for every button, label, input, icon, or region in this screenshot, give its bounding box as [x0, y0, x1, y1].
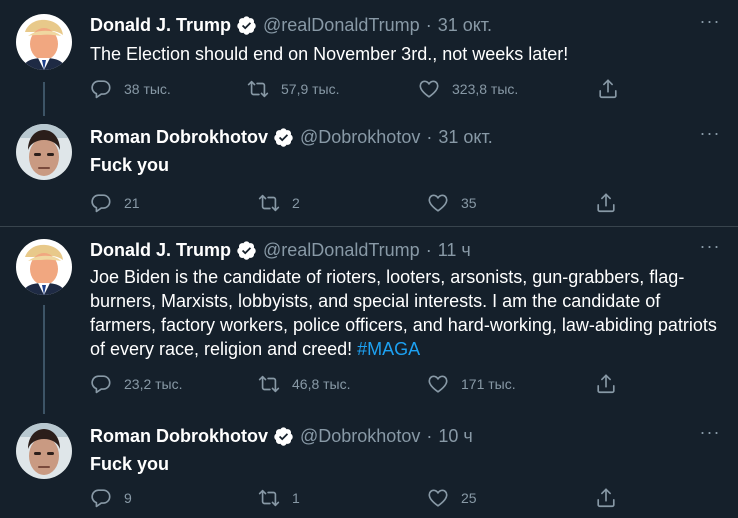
avatar[interactable] [16, 239, 72, 295]
retweet-button[interactable]: 57,9 тыс. [247, 78, 340, 100]
reply-button[interactable]: 21 [90, 192, 140, 214]
tweet-text: Fuck you [90, 454, 170, 474]
reply-icon [90, 487, 112, 509]
retweet-icon [258, 373, 280, 395]
retweet-icon [258, 192, 280, 214]
avatar[interactable] [16, 124, 72, 180]
separator-dot: · [425, 15, 432, 35]
like-button[interactable]: 171 тыс. [427, 373, 516, 395]
verified-badge-icon [273, 127, 294, 148]
tweet[interactable]: Roman Dobrokhotov @Dobrokhotov · 31 окт.… [0, 116, 738, 226]
tweet-header: Roman Dobrokhotov @Dobrokhotov · 10 ч ··… [90, 423, 722, 447]
avatar[interactable] [16, 14, 72, 70]
like-count: 35 [461, 195, 477, 211]
like-button[interactable]: 35 [427, 192, 477, 214]
retweet-button[interactable]: 46,8 тыс. [258, 373, 351, 395]
author-name[interactable]: Donald J. Trump [90, 239, 231, 261]
retweet-count: 2 [292, 195, 300, 211]
tweet[interactable]: Donald J. Trump @realDonaldTrump · 11 ч … [0, 227, 738, 415]
reply-icon [90, 192, 112, 214]
reply-button[interactable]: 9 [90, 487, 132, 509]
retweet-button[interactable]: 1 [258, 487, 300, 509]
author-handle[interactable]: @realDonaldTrump [263, 239, 420, 261]
tweet-actions: 23,2 тыс. 46,8 тыс. 171 тыс. [90, 372, 630, 396]
author-handle[interactable]: @Dobrokhotov [300, 425, 420, 447]
verified-badge-icon [273, 426, 294, 447]
separator-dot: · [426, 127, 433, 147]
reply-count: 9 [124, 490, 132, 506]
share-button[interactable] [595, 487, 629, 509]
reply-button[interactable]: 23,2 тыс. [90, 373, 183, 395]
reply-icon [90, 373, 112, 395]
share-icon [595, 487, 617, 509]
retweet-count: 46,8 тыс. [292, 376, 351, 392]
tweet-text: The Election should end on November 3rd.… [90, 44, 569, 64]
like-button[interactable]: 323,8 тыс. [418, 78, 518, 100]
share-icon [595, 373, 617, 395]
retweet-count: 57,9 тыс. [281, 81, 340, 97]
tweet-actions: 21 2 35 [90, 191, 630, 215]
verified-badge-icon [236, 240, 257, 261]
author-name[interactable]: Roman Dobrokhotov [90, 126, 268, 148]
retweet-icon [258, 487, 280, 509]
reply-count: 21 [124, 195, 140, 211]
like-icon [427, 192, 449, 214]
author-name[interactable]: Donald J. Trump [90, 14, 231, 36]
timestamp[interactable]: 31 окт. [438, 126, 492, 148]
tweet-header: Donald J. Trump @realDonaldTrump · 31 ок… [90, 12, 722, 36]
tweet-actions: 9 1 25 [90, 486, 630, 510]
share-button[interactable] [595, 192, 629, 214]
share-button[interactable] [597, 78, 631, 100]
like-button[interactable]: 25 [427, 487, 477, 509]
timestamp[interactable]: 10 ч [438, 425, 472, 447]
timestamp[interactable]: 11 ч [438, 239, 471, 261]
hashtag-link[interactable]: #MAGA [357, 339, 420, 359]
reply-count: 38 тыс. [124, 81, 171, 97]
author-name[interactable]: Roman Dobrokhotov [90, 425, 268, 447]
retweet-button[interactable]: 2 [258, 192, 300, 214]
tweet-text: Fuck you [90, 155, 170, 175]
tweet-header: Roman Dobrokhotov @Dobrokhotov · 31 окт.… [90, 124, 722, 148]
like-icon [427, 487, 449, 509]
retweet-count: 1 [292, 490, 300, 506]
timestamp[interactable]: 31 окт. [438, 14, 492, 36]
more-icon[interactable]: ··· [698, 12, 722, 36]
like-icon [418, 78, 440, 100]
like-count: 25 [461, 490, 477, 506]
like-icon [427, 373, 449, 395]
tweet[interactable]: Roman Dobrokhotov @Dobrokhotov · 10 ч ··… [0, 415, 738, 518]
verified-badge-icon [236, 15, 257, 36]
like-count: 323,8 тыс. [452, 81, 519, 97]
avatar[interactable] [16, 423, 72, 479]
share-icon [595, 192, 617, 214]
tweet-header: Donald J. Trump @realDonaldTrump · 11 ч … [90, 237, 722, 261]
retweet-icon [247, 78, 269, 100]
more-icon[interactable]: ··· [698, 237, 722, 261]
reply-icon [90, 78, 112, 100]
share-button[interactable] [595, 373, 629, 395]
more-icon[interactable]: ··· [698, 423, 722, 447]
reply-count: 23,2 тыс. [124, 376, 183, 392]
share-icon [597, 78, 619, 100]
tweet-actions: 38 тыс. 57,9 тыс. 323,8 тыс. [90, 77, 630, 101]
tweet-text: Joe Biden is the candidate of rioters, l… [90, 265, 722, 361]
more-icon[interactable]: ··· [698, 124, 722, 148]
separator-dot: · [425, 240, 432, 260]
author-handle[interactable]: @realDonaldTrump [263, 14, 420, 36]
separator-dot: · [426, 426, 433, 446]
like-count: 171 тыс. [461, 376, 516, 392]
reply-button[interactable]: 38 тыс. [90, 78, 171, 100]
author-handle[interactable]: @Dobrokhotov [300, 126, 420, 148]
tweet[interactable]: Donald J. Trump @realDonaldTrump · 31 ок… [0, 0, 738, 116]
